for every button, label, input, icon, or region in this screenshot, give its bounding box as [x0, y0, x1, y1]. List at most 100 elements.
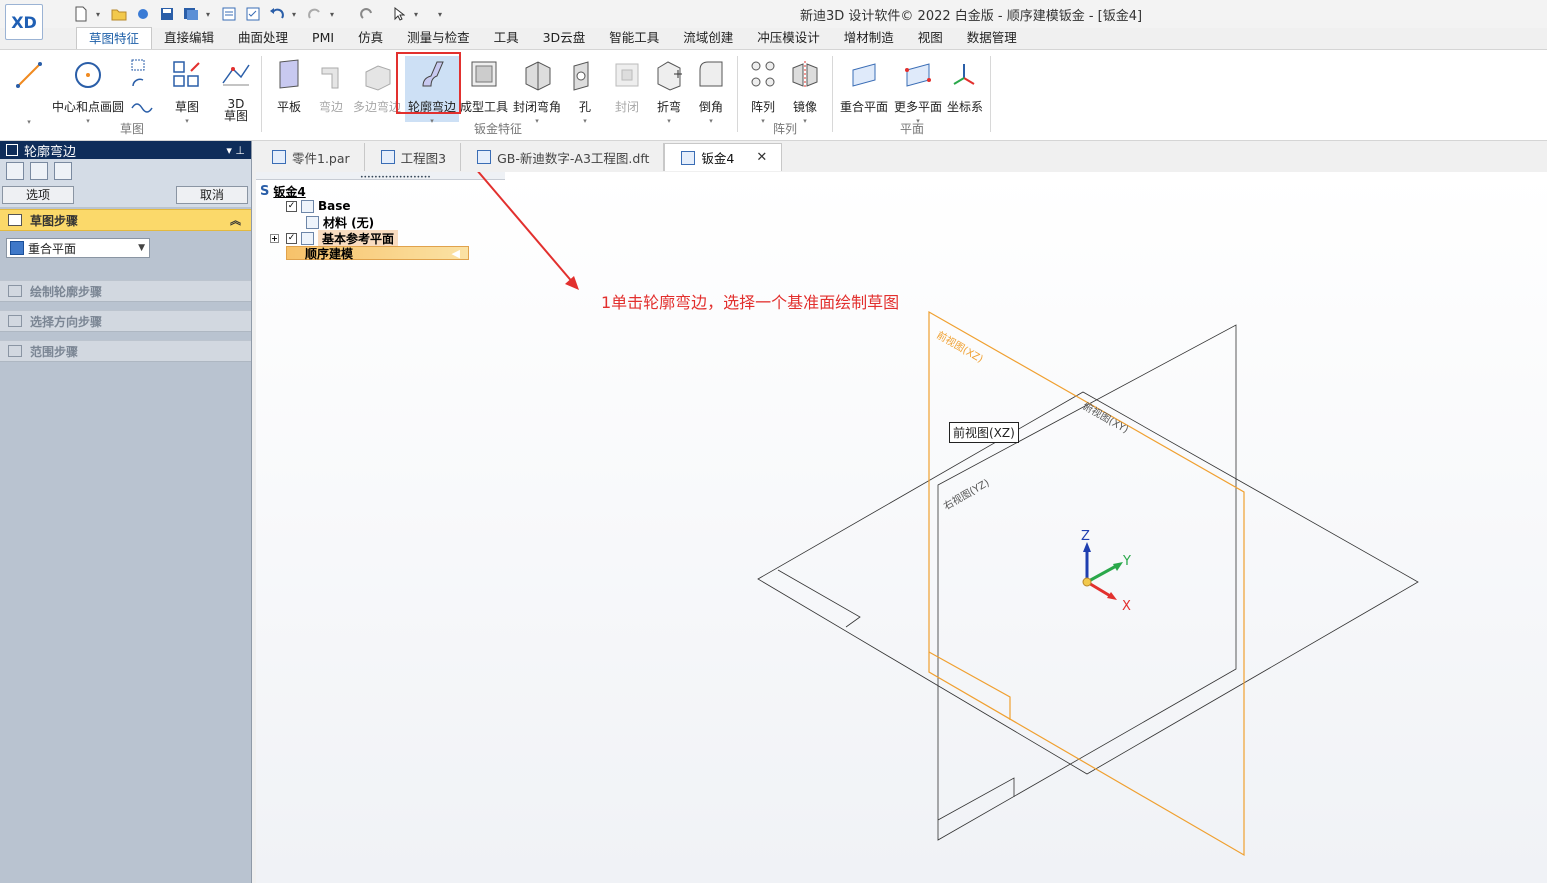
step-draw-profile-label: 绘制轮廓步骤 — [30, 284, 103, 299]
chevron-down-icon[interactable]: ▾ — [430, 117, 434, 125]
bend-button[interactable]: 折弯 ▾ — [652, 50, 686, 130]
save-icon[interactable] — [158, 5, 176, 23]
drawing-file-icon — [477, 150, 492, 164]
right-plane-label: 右视图(YZ) — [941, 476, 992, 513]
step-select-direction[interactable]: 选择方向步骤 — [0, 310, 251, 332]
closed-corner-label: 封闭弯角 — [512, 100, 561, 114]
tab-3d-cloud[interactable]: 3D云盘 — [531, 27, 598, 49]
step-draw-profile[interactable]: 绘制轮廓步骤 — [0, 280, 251, 302]
sketch-3d-icon — [219, 56, 253, 94]
chevron-down-icon[interactable]: ▾ — [761, 117, 765, 125]
checklist-icon[interactable] — [244, 5, 262, 23]
sketch-tools-stack[interactable] — [128, 50, 158, 130]
cancel-button[interactable]: 取消 — [176, 186, 248, 204]
tab-plate-button[interactable]: 平板 — [270, 50, 308, 130]
array-label: 阵列 — [750, 100, 775, 114]
plane-select[interactable]: 重合平面 ▼ — [6, 238, 150, 258]
rect-arc-curve-icons — [131, 59, 153, 113]
tab-flow-domain[interactable]: 流域创建 — [671, 27, 745, 49]
redo-icon — [306, 5, 324, 23]
chevron-down-icon[interactable]: ▾ — [206, 10, 214, 19]
pin-icon[interactable]: ▾ ⊥ — [226, 144, 245, 157]
options-button[interactable]: 选项 — [2, 186, 74, 204]
doc-tab-gb-a3[interactable]: GB-新迪数字-A3工程图.dft — [461, 143, 665, 171]
chamfer-button[interactable]: 倒角 ▾ — [694, 50, 728, 130]
hole-button[interactable]: 孔 ▾ — [568, 50, 602, 130]
tab-direct-edit[interactable]: 直接编辑 — [152, 27, 226, 49]
chevron-down-icon[interactable]: ▾ — [803, 117, 807, 125]
chevron-down-icon[interactable]: ▾ — [583, 117, 587, 125]
doc-tab-drawing3[interactable]: 工程图3 — [365, 143, 462, 171]
doc-tab-label: 零件1.par — [292, 150, 350, 166]
more-planes-label: 更多平面 — [893, 100, 942, 114]
select-cursor-icon[interactable] — [390, 5, 408, 23]
mirror-button[interactable]: 镜像 ▾ — [788, 50, 822, 130]
repeat-icon[interactable] — [358, 5, 376, 23]
center-circle-label: 中心和点画圆 — [52, 100, 125, 114]
tab-sketch-features[interactable]: 草图特征 — [76, 27, 153, 49]
properties-icon[interactable] — [220, 5, 238, 23]
closed-corner-icon — [520, 56, 554, 94]
new-file-icon[interactable] — [72, 5, 90, 23]
tab-data-management[interactable]: 数据管理 — [955, 27, 1029, 49]
chevron-down-icon[interactable]: ▾ — [535, 117, 539, 125]
form-tool-label: 成型工具 — [460, 100, 509, 114]
doc-tab-sheetmetal4[interactable]: 钣金4 ✕ — [664, 143, 783, 171]
more-planes-button[interactable]: 更多平面 ▾ — [892, 50, 944, 130]
tab-smart-tools[interactable]: 智能工具 — [597, 27, 671, 49]
chevron-down-icon[interactable]: ▾ — [96, 10, 104, 19]
center-circle-button[interactable]: 中心和点画圆 ▾ — [52, 50, 124, 130]
sync-icon[interactable] — [134, 5, 152, 23]
sketch-button[interactable]: 草图 ▾ — [168, 50, 206, 130]
extent-icon — [8, 345, 22, 357]
chevron-down-icon[interactable]: ▾ — [86, 117, 90, 125]
bend-icon — [652, 56, 686, 94]
doc-tab-part1[interactable]: 零件1.par — [256, 143, 365, 171]
save-all-icon[interactable] — [182, 5, 200, 23]
array-button[interactable]: 阵列 ▾ — [746, 50, 780, 130]
chevron-down-icon[interactable]: ▼ — [138, 243, 145, 253]
chevron-down-icon[interactable]: ▾ — [414, 10, 422, 19]
chevron-down-icon[interactable]: ▾ — [185, 117, 189, 125]
line-button[interactable]: ▾ — [12, 50, 46, 130]
chevron-up-icon[interactable]: ︽ — [230, 212, 241, 228]
open-folder-icon[interactable] — [110, 5, 128, 23]
undo-icon[interactable] — [268, 5, 286, 23]
tab-surfacing[interactable]: 曲面处理 — [226, 27, 300, 49]
form-tool-button[interactable]: 成型工具 — [460, 50, 508, 130]
title-bar: XD ▾ ▾ ▾ ▾ ▾ ▾ 新迪3D 设计软件© 2022 白金版 - 顺序建… — [0, 0, 1547, 40]
tree-icon[interactable] — [30, 162, 48, 180]
customize-qat-icon[interactable]: ▾ — [438, 10, 446, 19]
closed-corner-button[interactable]: 封闭弯角 ▾ — [512, 50, 562, 130]
doc-tab-label: GB-新迪数字-A3工程图.dft — [497, 150, 650, 166]
tab-tools[interactable]: 工具 — [482, 27, 531, 49]
coordinate-system-button[interactable]: 坐标系 — [946, 50, 984, 130]
step-sketch[interactable]: 草图步骤 ︽ — [0, 209, 251, 231]
chevron-down-icon[interactable]: ▾ — [292, 10, 300, 19]
chevron-down-icon[interactable]: ▾ — [667, 117, 671, 125]
sketch-3d-button[interactable]: 3D 草图 — [218, 50, 254, 130]
tab-measure-inspect[interactable]: 测量与检查 — [395, 27, 482, 49]
layers-icon[interactable] — [54, 162, 72, 180]
plate-icon — [272, 56, 306, 94]
doc-tab-label: 工程图3 — [400, 150, 447, 166]
app-logo[interactable]: XD — [5, 4, 43, 40]
coincident-plane-button[interactable]: 重合平面 — [838, 50, 890, 130]
close-icon[interactable]: ✕ — [756, 150, 767, 165]
group-label-sheetmetal: 钣金特征 — [474, 122, 523, 136]
tab-additive-manufacturing[interactable]: 增材制造 — [832, 27, 906, 49]
3d-viewport[interactable]: •••••••••••••••••••• S 钣金4 ✓ Base 材料 (无)… — [256, 172, 1547, 883]
direction-icon — [8, 315, 22, 327]
tab-simulation[interactable]: 仿真 — [346, 27, 395, 49]
tab-stamping-die[interactable]: 冲压模设计 — [745, 27, 832, 49]
step-extent[interactable]: 范围步骤 — [0, 340, 251, 362]
coordinate-triad: Z Y X — [1081, 529, 1131, 614]
tab-view[interactable]: 视图 — [906, 27, 955, 49]
group-separator — [261, 56, 262, 132]
tab-pmi[interactable]: PMI — [300, 27, 346, 49]
chevron-down-icon[interactable]: ▾ — [709, 117, 713, 125]
pathfinder-icon[interactable] — [6, 162, 24, 180]
ribbon-tabs: 草图特征 直接编辑 曲面处理 PMI 仿真 测量与检查 工具 3D云盘 智能工具… — [76, 27, 1029, 49]
3d-scene[interactable]: 前视图(XZ) 右视图(YZ) 俯视图(XY) Z Y X — [256, 172, 1547, 883]
chevron-down-icon[interactable]: ▾ — [27, 118, 31, 126]
